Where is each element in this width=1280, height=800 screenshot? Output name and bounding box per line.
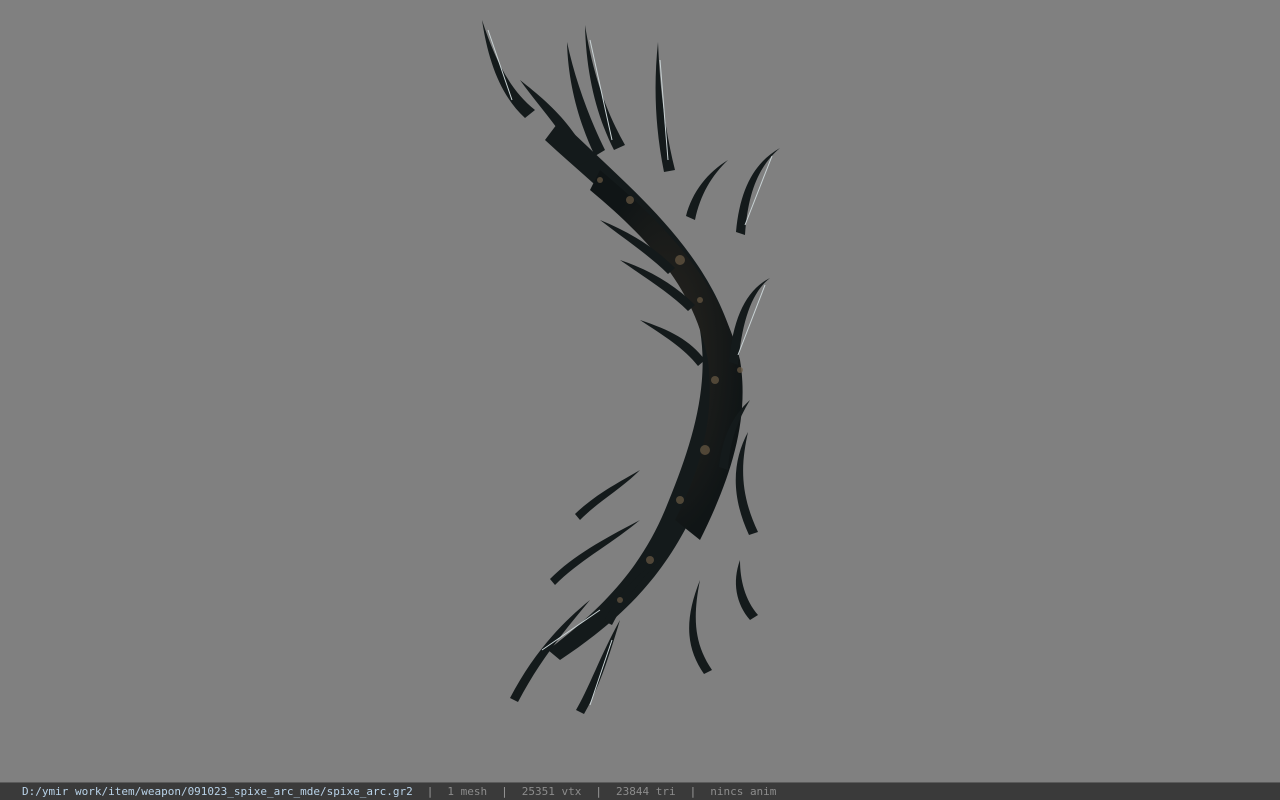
separator: | [689,785,697,798]
separator: | [595,785,602,798]
triangle-count: 23844 tri [615,785,676,798]
separator: | [426,785,434,798]
status-bar: D:/ymir work/item/weapon/091023_spixe_ar… [0,782,1280,800]
vertex-count: 25351 vtx [521,785,582,798]
separator: | [501,785,508,798]
file-path: D:/ymir work/item/weapon/091023_spixe_ar… [22,785,413,798]
spiked-bow-model [482,20,780,714]
model-viewport[interactable] [0,0,1280,782]
anim-status: nincs anim [710,785,777,798]
mesh-count: 1 mesh [447,785,488,798]
